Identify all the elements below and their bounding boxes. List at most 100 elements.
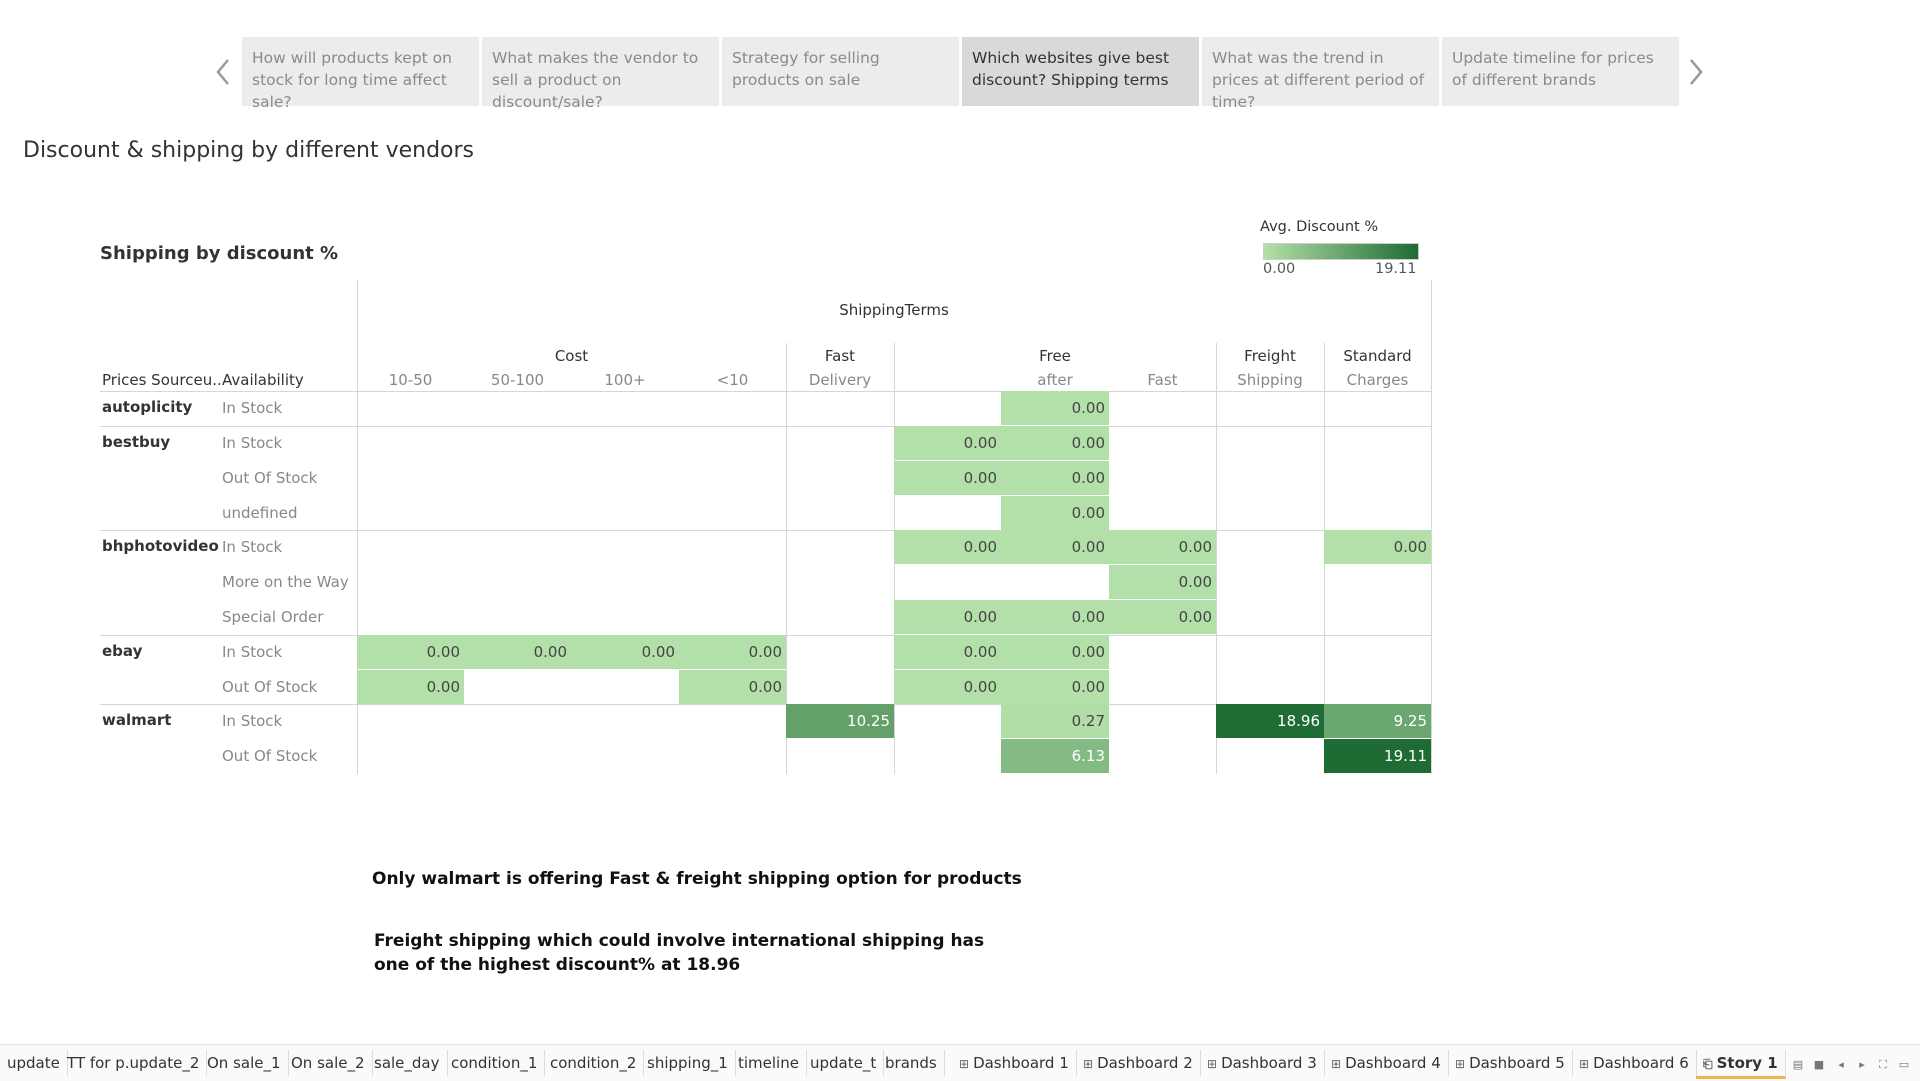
heatmap-cell[interactable]: 0.00 [1001,530,1109,564]
row-availability-label: In Stock [222,538,283,556]
sheet-tab-condition-1[interactable]: condition_1 [444,1050,546,1076]
column-sub-header: Charges [1346,371,1409,389]
story-point-3[interactable]: Strategy for selling products on sale [722,37,959,106]
heatmap-cell[interactable]: 0.00 [1001,635,1109,669]
sheet-tab-timeline[interactable]: timeline [731,1050,807,1076]
heatmap-cell[interactable]: 0.00 [1001,426,1109,460]
sheet-tab-story-1[interactable]: ⎗ Story 1 [1696,1050,1786,1079]
heatmap-cell[interactable]: 0.00 [1109,600,1216,634]
sheet-tab-label: condition_2 [550,1054,637,1072]
row-availability-label: In Stock [222,399,283,417]
row-availability-label: In Stock [222,434,283,452]
heatmap-cell[interactable]: 6.13 [1001,739,1109,773]
sheet-tab-dashboard-4[interactable]: ⊞ Dashboard 4 [1324,1050,1449,1076]
row-availability-label: Out Of Stock [222,747,318,765]
column-sub-header: 10-50 [388,371,433,389]
heatmap-cell[interactable]: 0.00 [679,635,786,669]
color-legend-bar[interactable] [1263,243,1419,260]
sheet-tab-brands[interactable]: brands [878,1050,945,1076]
heatmap-cell[interactable]: 0.00 [464,635,571,669]
sheet-tab-label: update_t [810,1054,877,1072]
story-point-6[interactable]: Update timeline for prices of different … [1442,37,1679,106]
legend-title: Avg. Discount % [1260,219,1379,235]
column-sub-header: after [1037,371,1073,389]
heatmap-cell[interactable]: 18.96 [1216,704,1324,738]
column-group-header: Standard [1343,347,1412,365]
dashboard-icon: ⊞ [1331,1057,1342,1071]
story-point-4[interactable]: Which websites give best discount? Shipp… [962,37,1199,106]
heatmap-cell[interactable]: 0.00 [1001,496,1109,530]
sheet-tab-label: condition_1 [451,1054,538,1072]
sheet-tab-dashboard-2[interactable]: ⊞ Dashboard 2 [1076,1050,1201,1076]
heatmap-cell[interactable]: 0.00 [894,530,1001,564]
story-point-5[interactable]: What was the trend in prices at differen… [1202,37,1439,111]
story-point-1[interactable]: How will products kept on stock for long… [242,37,479,111]
sheet-tab-condition-2[interactable]: condition_2 [543,1050,645,1076]
story-prev-arrow-icon[interactable] [210,52,240,92]
sheet-tab-dashboard-1[interactable]: ⊞ Dashboard 1 [952,1050,1077,1076]
sheet-tab-update-t[interactable]: update_t [803,1050,885,1076]
heatmap-cell[interactable]: 0.00 [894,600,1001,634]
sheet-tab-dashboard-3[interactable]: ⊞ Dashboard 3 [1200,1050,1325,1076]
row-source-label: autoplicity [102,398,193,416]
column-group-header: Fast [824,347,856,365]
heatmap-cell[interactable]: 0.00 [894,635,1001,669]
show-tabs-icon[interactable]: ■ [1812,1059,1826,1071]
heatmap-cell[interactable]: 10.25 [786,704,894,738]
sheet-tab-label: Dashboard 2 [1097,1054,1193,1072]
column-sub-header: <10 [716,371,749,389]
heatmap-cell[interactable]: 0.00 [357,670,464,704]
heatmap-cell[interactable]: 0.27 [1001,704,1109,738]
sheet-tab-label: brands [885,1054,937,1072]
row-source-label: bhphotovideo [102,537,219,555]
heatmap-cell[interactable]: 0.00 [1001,600,1109,634]
sheet-tab-label: sale_day [374,1054,440,1072]
dashboard-icon: ⊞ [1579,1057,1590,1071]
story-point-2[interactable]: What makes the vendor to sell a product … [482,37,719,111]
heatmap-cell[interactable]: 0.00 [1109,565,1216,599]
sheet-tab-update[interactable]: update [0,1050,68,1076]
heatmap-cell[interactable]: 0.00 [1109,530,1216,564]
annotation-fast-freight: Only walmart is offering Fast & freight … [372,869,1022,889]
row-availability-label: undefined [222,504,298,522]
heatmap-cell[interactable]: 0.00 [894,461,1001,495]
dashboard-title: Discount & shipping by different vendors [23,138,475,163]
column-group-header: Freight [1244,347,1296,365]
sheet-tab-on-sale-1[interactable]: On sale_1 [200,1050,289,1076]
dashboard-icon: ⊞ [1083,1057,1094,1071]
heatmap-cell[interactable]: 0.00 [357,635,464,669]
sheet-tab-tt-for-p-update-2[interactable]: TT for p.update_2 [60,1050,208,1076]
sheet-tab-label: update [7,1054,60,1072]
tab-scroll-right-icon[interactable]: ▸ [1855,1059,1869,1071]
sheet-tab-sale-day[interactable]: sale_day [367,1050,448,1076]
sheet-tab-dashboard-6[interactable]: ⊞ Dashboard 6 [1572,1050,1697,1076]
heatmap-cell[interactable]: 0.00 [1001,461,1109,495]
heatmap-cell[interactable]: 19.11 [1324,739,1431,773]
grid-hline [100,530,1431,531]
sheet-tab-shipping-1[interactable]: shipping_1 [640,1050,736,1076]
heatmap-cell[interactable]: 0.00 [894,670,1001,704]
legend-max-value: 19.11 [1375,261,1417,277]
heatmap-cell[interactable]: 0.00 [679,670,786,704]
heatmap-cell[interactable]: 9.25 [1324,704,1431,738]
row-source-label: bestbuy [102,433,171,451]
sheet-tab-on-sale-2[interactable]: On sale_2 [284,1050,373,1076]
column-sub-header: Fast [1147,371,1178,389]
row-field-header: Prices Sourceu.. [102,371,222,389]
grid-hline [100,426,1431,427]
heatmap-cell[interactable]: 0.00 [571,635,679,669]
show-filmstrip-icon[interactable]: ▤ [1791,1059,1805,1071]
heatmap-cell[interactable]: 0.00 [1324,530,1431,564]
sheet-tab-dashboard-5[interactable]: ⊞ Dashboard 5 [1448,1050,1573,1076]
column-sub-header: 100+ [604,371,646,389]
heatmap-cell[interactable]: 0.00 [1001,391,1109,425]
tab-scroll-left-icon[interactable]: ◂ [1834,1059,1848,1071]
presentation-mode-icon[interactable]: ▭ [1897,1059,1911,1071]
heatmap-cell[interactable]: 0.00 [1001,670,1109,704]
sheet-tab-label: Dashboard 4 [1345,1054,1441,1072]
heatmap-cell[interactable]: 0.00 [894,426,1001,460]
story-next-arrow-icon[interactable] [1685,52,1715,92]
fullscreen-icon[interactable]: ⛶ [1876,1059,1890,1071]
column-group-header: Free [1039,347,1071,365]
column-group-header: Cost [554,347,589,365]
